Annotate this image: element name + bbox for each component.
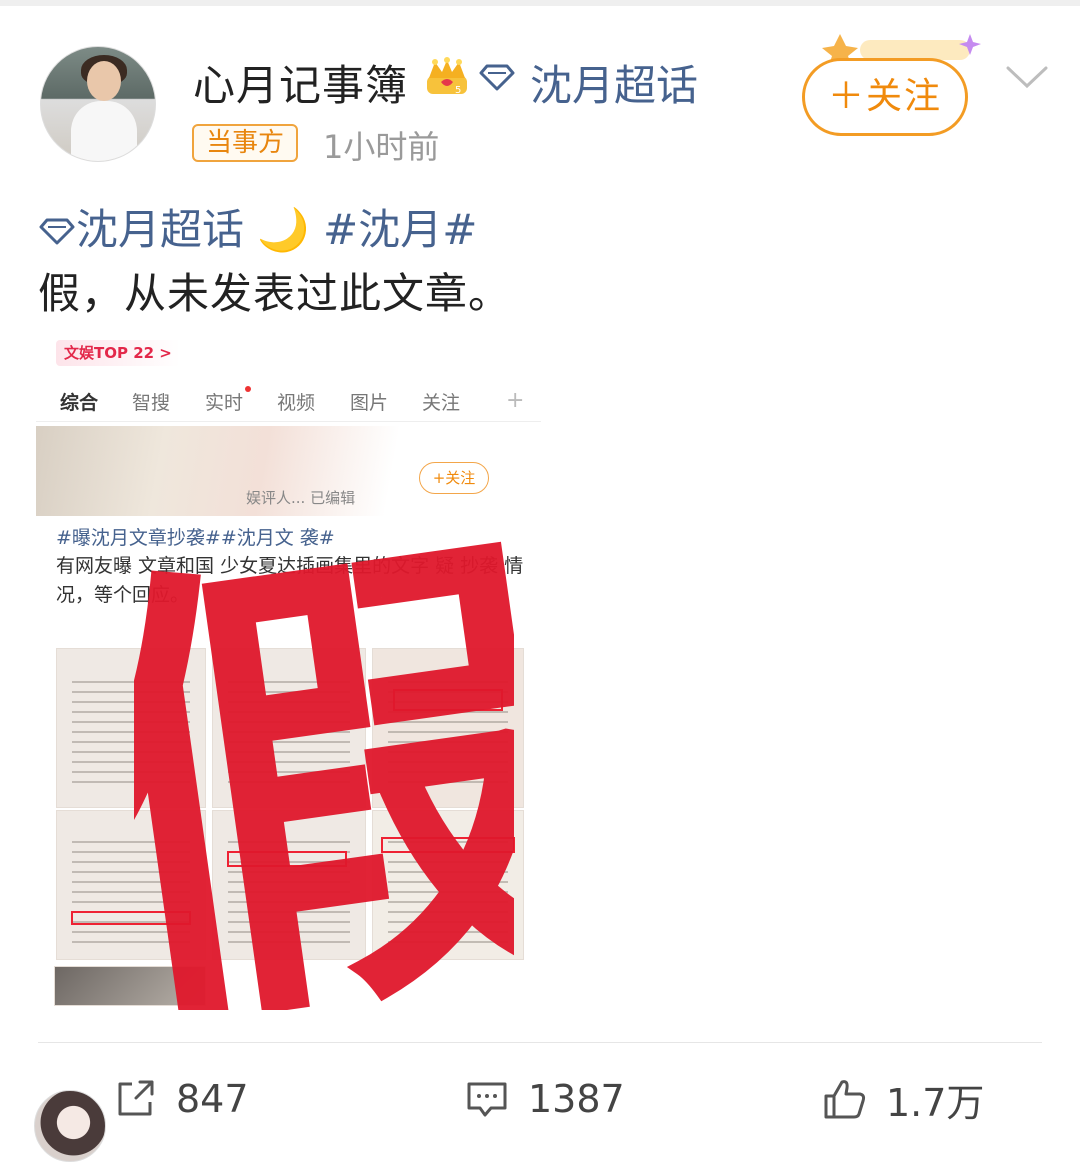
like-count: 1.7万	[886, 1080, 985, 1125]
repost-button[interactable]: 847	[112, 1074, 249, 1124]
follow-button[interactable]: ＋关注	[802, 58, 968, 136]
post-body: 假，从未发表过此文章。	[38, 269, 512, 318]
embedded-tab: 视频	[277, 392, 316, 414]
commenter-avatar[interactable]	[34, 1090, 106, 1162]
post-supertopic-link[interactable]: 沈月超话	[76, 205, 244, 254]
embedded-tab: 智搜	[132, 392, 171, 414]
supertopic-link[interactable]: 沈月超话	[530, 52, 698, 113]
top-bar	[0, 0, 1080, 6]
comment-count: 1387	[528, 1077, 625, 1121]
trending-rank-badge: 文娱TOP 22 >	[56, 340, 180, 366]
embedded-tab: 综合	[60, 392, 99, 414]
crown-icon: 5	[427, 57, 467, 96]
hashtag-link[interactable]: #沈月#	[323, 205, 477, 254]
username[interactable]: 心月记事簿	[193, 52, 408, 113]
fake-stamp: 假	[134, 498, 514, 1010]
diamond-icon	[39, 218, 75, 245]
svg-text:5: 5	[455, 85, 461, 96]
chevron-down-icon[interactable]	[1004, 62, 1050, 92]
moon-icon: 🌙	[257, 205, 310, 254]
comment-icon	[467, 1082, 507, 1117]
post-image[interactable]: 文娱TOP 22 > 综合 智搜 实时 视频 图片 关注 + +关注 娱评人..…	[36, 330, 541, 1010]
status-badge: 当事方	[192, 124, 299, 162]
share-icon	[118, 1080, 154, 1116]
repost-count: 847	[176, 1077, 249, 1121]
embedded-tab: 图片	[350, 392, 389, 414]
embedded-tab: +	[506, 388, 525, 413]
embedded-tab: 实时	[205, 386, 252, 415]
divider	[38, 1042, 1042, 1043]
embedded-tab: 关注	[422, 392, 461, 414]
post-tags: 沈月超话 🌙 #沈月#	[38, 196, 477, 257]
embedded-tab-bar: 综合 智搜 实时 视频 图片 关注 +	[36, 382, 541, 422]
post-time: 1小时前	[323, 128, 440, 166]
diamond-icon	[479, 64, 515, 91]
embedded-follow-button: +关注	[419, 462, 489, 494]
svg-text:假: 假	[134, 498, 514, 1010]
comment-button[interactable]: 1387	[464, 1074, 625, 1124]
thumbs-up-icon	[824, 1080, 866, 1119]
like-button[interactable]: 1.7万	[822, 1074, 985, 1125]
avatar[interactable]	[40, 46, 156, 162]
